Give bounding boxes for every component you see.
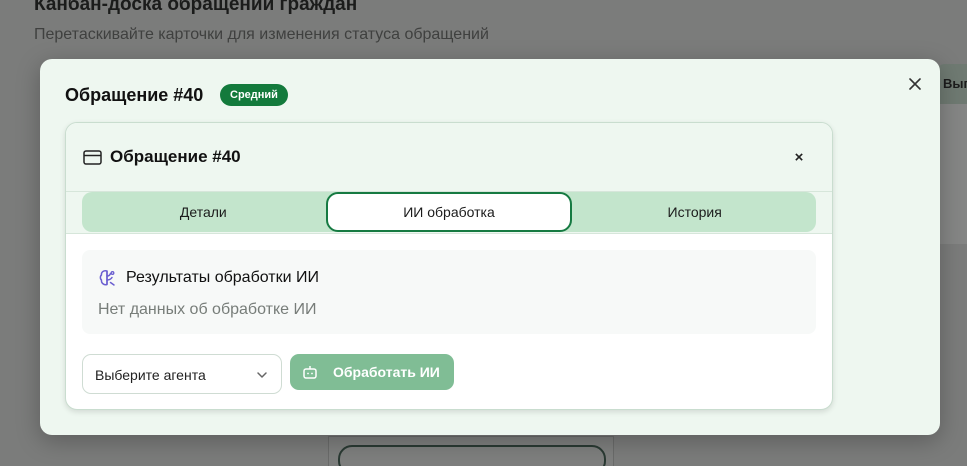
card-icon <box>83 150 102 165</box>
tab-details[interactable]: Детали <box>82 192 325 232</box>
chevron-down-icon <box>257 372 267 378</box>
bot-icon <box>303 366 317 379</box>
ai-results-title: Результаты обработки ИИ <box>126 269 319 286</box>
appeal-modal: Обращение #40 Средний Обращение #40 × Де… <box>40 59 940 435</box>
brain-icon <box>99 270 115 286</box>
kanban-column-label: Вып <box>943 76 967 91</box>
appeal-card: Обращение #40 × Детали ИИ обработка Исто… <box>65 122 833 410</box>
close-icon <box>909 78 921 90</box>
card-close-button[interactable]: × <box>789 147 809 167</box>
tabs: Детали ИИ обработка История <box>82 192 816 232</box>
kanban-card-inner <box>338 445 606 466</box>
ai-results-panel: Результаты обработки ИИ Нет данных об об… <box>82 250 816 334</box>
page-subtitle: Перетаскивайте карточки для изменения ст… <box>34 26 489 43</box>
tab-ai-processing[interactable]: ИИ обработка <box>325 192 573 232</box>
card-header: Обращение #40 × <box>66 123 832 192</box>
tab-history[interactable]: История <box>573 192 816 232</box>
ai-results-empty-text: Нет данных об обработке ИИ <box>98 301 317 318</box>
priority-badge: Средний <box>220 84 288 106</box>
modal-title: Обращение #40 <box>65 85 204 105</box>
agent-select-value: Выберите агента <box>95 367 206 383</box>
card-title: Обращение #40 <box>110 147 241 166</box>
process-ai-button[interactable]: Обработать ИИ <box>290 354 454 390</box>
tabs-bar: Детали ИИ обработка История <box>66 192 832 234</box>
modal-close-button[interactable] <box>904 73 926 95</box>
agent-select[interactable]: Выберите агента <box>82 354 282 394</box>
page-title: Канбан-доска обращений граждан <box>34 0 358 15</box>
process-ai-button-label: Обработать ИИ <box>333 364 440 380</box>
